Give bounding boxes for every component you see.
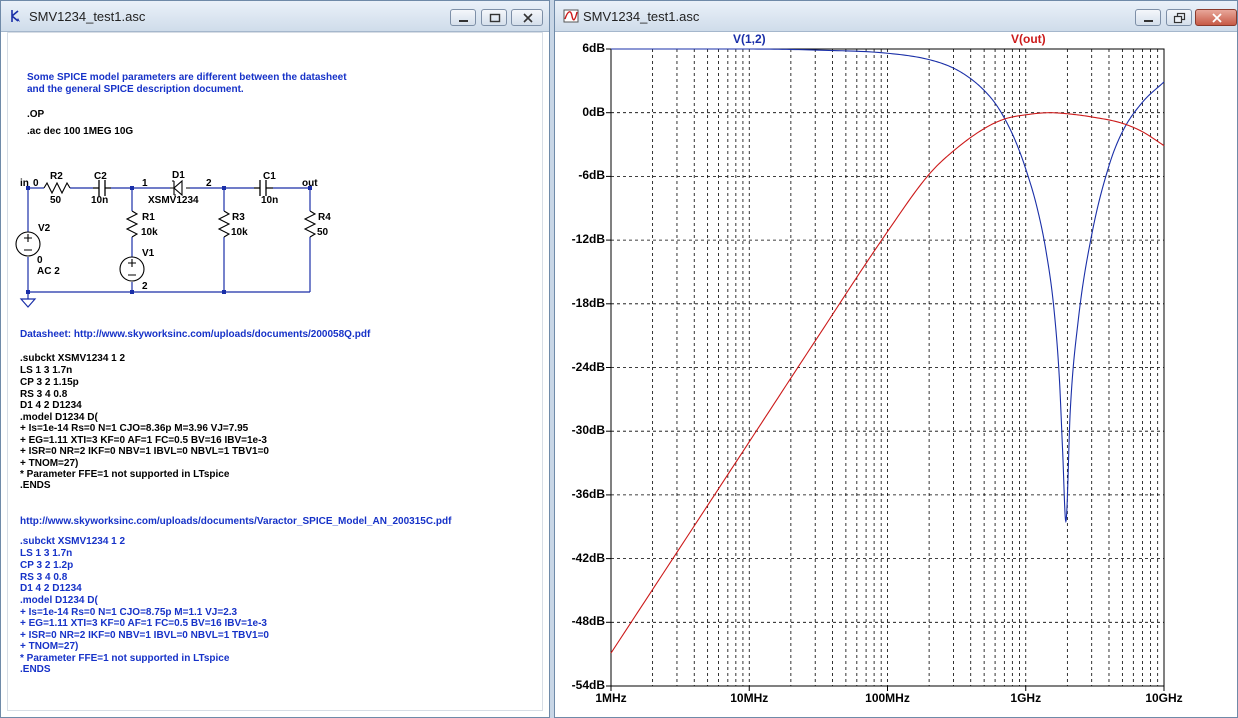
r2-value[interactable]: 50 <box>50 195 61 206</box>
close-icon <box>523 13 533 23</box>
close-button[interactable] <box>1195 9 1237 26</box>
y-tick-label: -42dB <box>571 550 605 565</box>
x-tick-label: 1MHz <box>595 691 627 705</box>
x-tick-label: 1GHz <box>1010 691 1042 705</box>
close-icon <box>1212 13 1222 23</box>
c2-name[interactable]: C2 <box>94 171 107 182</box>
c1-name[interactable]: C1 <box>263 171 276 182</box>
v2-source-symbol <box>15 231 41 257</box>
y-tick-label: -18dB <box>571 295 605 310</box>
d1-name[interactable]: D1 <box>172 170 185 181</box>
net-label-in[interactable]: in <box>20 178 29 189</box>
y-tick-label: 6dB <box>582 41 605 55</box>
trace-label-vout[interactable]: V(out) <box>1011 32 1046 46</box>
r4-value[interactable]: 50 <box>317 227 328 238</box>
model2-line[interactable]: D1 4 2 D1234 <box>20 583 82 595</box>
close-button[interactable] <box>511 9 543 26</box>
plot-pane[interactable]: 6dB 0dB -6dB -12dB -18dB -24dB -30dB -36dB -42dB… <box>561 32 1231 711</box>
x-tick-label: 10GHz <box>1145 691 1183 705</box>
r2-resistor-symbol <box>43 181 71 195</box>
model2-line[interactable]: .model D1234 D( <box>20 595 98 607</box>
restore-icon <box>1173 12 1186 24</box>
r3-value[interactable]: 10k <box>231 227 248 238</box>
c2-capacitor-symbol <box>93 180 111 196</box>
net-label-out[interactable]: out <box>302 178 318 189</box>
net-label-gnd-2[interactable]: 2 <box>142 281 148 292</box>
r3-resistor-symbol <box>217 210 231 238</box>
net-label-0[interactable]: 0 <box>33 178 39 189</box>
r2-name[interactable]: R2 <box>50 171 63 182</box>
model2-line[interactable]: .ENDS <box>20 664 51 676</box>
model1-line[interactable]: .ENDS <box>20 480 51 492</box>
waveform-app-icon <box>563 9 579 23</box>
schematic-titlebar[interactable]: SMV1234_test1.asc <box>1 1 549 32</box>
net-label-1[interactable]: 1 <box>142 178 148 189</box>
trace-label-v12[interactable]: V(1,2) <box>733 32 766 46</box>
maximize-icon <box>489 13 501 23</box>
model2-line[interactable]: .subckt XSMV1234 1 2 <box>20 536 125 548</box>
c2-value[interactable]: 10n <box>91 195 108 206</box>
model2-line[interactable]: CP 3 2 1.2p <box>20 560 73 572</box>
c1-value[interactable]: 10n <box>261 195 278 206</box>
r3-name[interactable]: R3 <box>232 212 245 223</box>
minimize-button[interactable] <box>1135 9 1161 26</box>
y-tick-label: 0dB <box>582 104 605 119</box>
c1-capacitor-symbol <box>254 180 273 196</box>
plot-titlebar[interactable]: SMV1234_test1.asc <box>555 1 1237 32</box>
d1-value[interactable]: XSMV1234 <box>148 195 199 206</box>
x-tick-label: 100MHz <box>865 691 910 705</box>
d1-diode-symbol <box>170 179 190 197</box>
schematic-window[interactable]: SMV1234_test1.asc Some SPICE model param… <box>0 0 550 718</box>
plot-area[interactable] <box>561 32 1231 711</box>
datasheet-link[interactable]: Datasheet: http://www.skyworksinc.com/up… <box>20 329 370 341</box>
net-label-2[interactable]: 2 <box>206 178 212 189</box>
y-tick-label: -54dB <box>571 678 605 692</box>
y-tick-label: -48dB <box>571 614 605 629</box>
y-tick-label: -24dB <box>571 359 605 374</box>
model2-line[interactable]: * Parameter FFE=1 not supported in LTspi… <box>20 653 229 665</box>
model1-line[interactable]: + Is=1e-14 Rs=0 N=1 CJO=8.36p M=3.96 VJ=… <box>20 423 248 435</box>
v2-ac-value[interactable]: AC 2 <box>37 266 60 277</box>
v1-source-symbol <box>119 256 145 282</box>
x-tick-label: 10MHz <box>730 691 769 705</box>
model1-line[interactable]: * Parameter FFE=1 not supported in LTspi… <box>20 469 229 481</box>
r1-resistor-symbol <box>125 210 139 238</box>
r4-resistor-symbol <box>303 210 317 238</box>
maximize-button[interactable] <box>481 9 507 26</box>
model1-line[interactable]: D1 4 2 D1234 <box>20 400 82 412</box>
model1-line[interactable]: + ISR=0 NR=2 IKF=0 NBV=1 IBVL=0 NBVL=1 T… <box>20 446 269 458</box>
schematic-app-icon <box>11 10 20 22</box>
model2-line[interactable]: + TNOM=27) <box>20 641 78 653</box>
v1-name[interactable]: V1 <box>142 248 154 259</box>
y-tick-label: -12dB <box>571 232 605 247</box>
minimize-icon <box>1144 20 1153 22</box>
model1-line[interactable]: .subckt XSMV1234 1 2 <box>20 353 125 365</box>
plot-window-title: SMV1234_test1.asc <box>583 9 700 24</box>
ground-icon <box>19 298 37 308</box>
minimize-button[interactable] <box>450 9 476 26</box>
y-tick-label: -6dB <box>578 168 605 183</box>
schematic-canvas[interactable]: Some SPICE model parameters are differen… <box>7 32 543 711</box>
schematic-window-title: SMV1234_test1.asc <box>29 9 146 24</box>
app-note-link[interactable]: http://www.skyworksinc.com/uploads/docum… <box>20 516 451 528</box>
minimize-icon <box>459 20 468 22</box>
model1-line[interactable]: LS 1 3 1.7n <box>20 365 72 377</box>
r1-value[interactable]: 10k <box>141 227 158 238</box>
model1-line[interactable]: CP 3 2 1.15p <box>20 377 79 389</box>
model2-line[interactable]: + EG=1.11 XTI=3 KF=0 AF=1 FC=0.5 BV=16 I… <box>20 618 267 630</box>
maximize-button[interactable] <box>1166 9 1192 26</box>
r4-name[interactable]: R4 <box>318 212 331 223</box>
y-tick-label: -36dB <box>571 486 605 501</box>
v2-dc-value[interactable]: 0 <box>37 255 43 266</box>
v2-name[interactable]: V2 <box>38 223 50 234</box>
y-tick-label: -30dB <box>571 423 605 438</box>
plot-window[interactable]: SMV1234_test1.asc 6dB 0dB -6dB -12dB -18dB -2… <box>554 0 1238 718</box>
model2-line[interactable]: LS 1 3 1.7n <box>20 548 72 560</box>
r1-name[interactable]: R1 <box>142 212 155 223</box>
